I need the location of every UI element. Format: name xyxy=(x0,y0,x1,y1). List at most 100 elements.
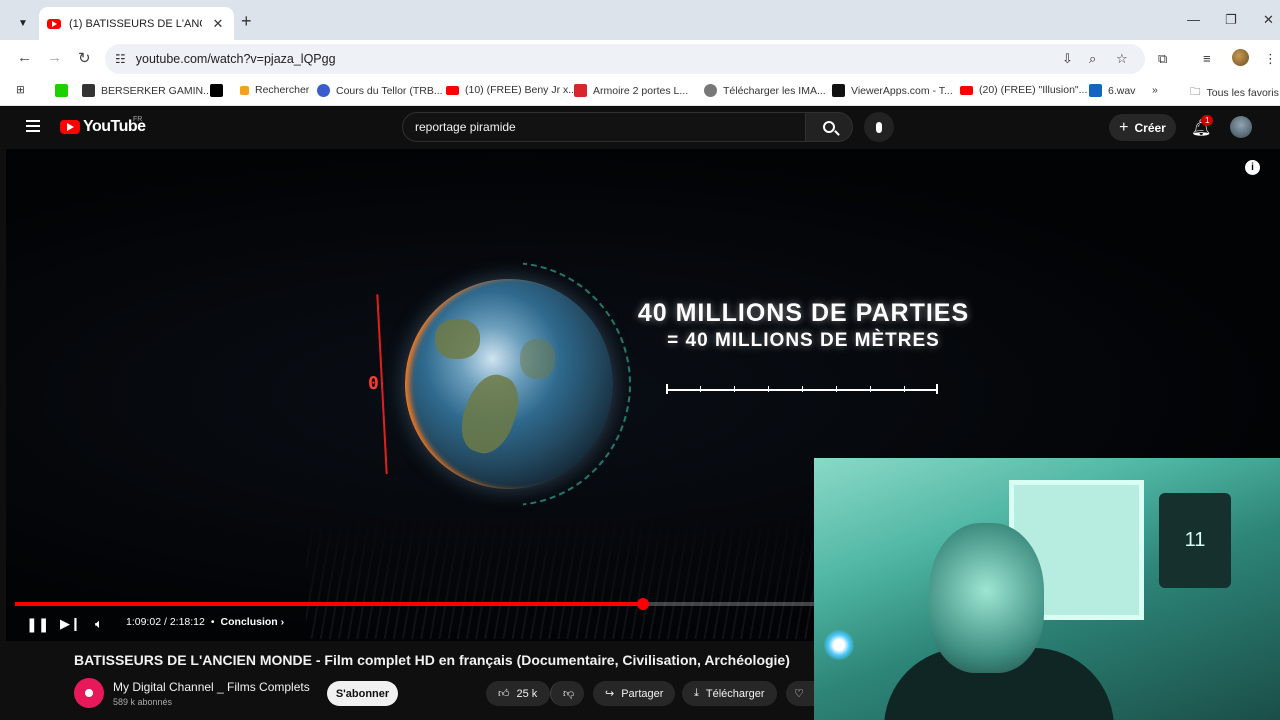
bookmark-item[interactable]: ViewerApps.com - T... xyxy=(832,84,953,97)
bookmark-favicon-icon xyxy=(240,85,249,95)
channel-avatar[interactable] xyxy=(74,678,104,708)
webcam-person-head xyxy=(929,523,1044,673)
voice-search-button[interactable] xyxy=(864,112,894,142)
maximize-icon[interactable]: ❐ xyxy=(1225,12,1237,28)
bookmark-item[interactable]: (10) (FREE) Beny Jr x... xyxy=(446,84,577,96)
more-bookmarks-chevron-icon[interactable]: » xyxy=(1152,84,1158,96)
volume-icon[interactable]: 🔈︎ xyxy=(95,616,103,632)
window-close-icon[interactable]: ✕ xyxy=(1263,12,1274,28)
browser-tabstrip: ▼ (1) BATISSEURS DE L'ANCIEN M ✕ + — ❐ ✕ xyxy=(0,0,1280,40)
search-input[interactable]: reportage piramide xyxy=(402,112,806,142)
thumbs-up-icon: 👍︎ xyxy=(498,688,510,700)
progress-scrubber[interactable] xyxy=(636,598,649,610)
video-earth-land xyxy=(435,319,480,359)
webcam-jersey: 11 xyxy=(1159,493,1231,588)
video-ruler-graphic xyxy=(666,384,938,394)
bookmark-item[interactable]: 6.wav xyxy=(1089,84,1135,97)
plus-icon: + xyxy=(1119,118,1129,136)
reload-icon[interactable]: ↻ xyxy=(78,49,91,67)
bookmark-item[interactable]: Télécharger les IMA... xyxy=(704,84,826,97)
notification-badge: 1 xyxy=(1201,115,1214,126)
new-tab-plus-icon[interactable]: + xyxy=(241,12,252,30)
forward-arrow-icon[interactable]: → xyxy=(47,49,62,66)
thanks-button[interactable]: ♡ xyxy=(786,681,816,706)
video-overlay-subtitle: = 40 MILLIONS DE MÈTRES xyxy=(667,330,940,351)
bookmark-favicon-icon xyxy=(832,84,845,97)
search-icon xyxy=(823,121,835,133)
like-button[interactable]: 👍︎ 25 k xyxy=(486,681,550,706)
bookmark-label: 6.wav xyxy=(1108,84,1136,97)
all-bookmarks-folder[interactable]: 🗀 Tous les favoris xyxy=(1190,84,1279,102)
minimize-icon[interactable]: — xyxy=(1187,12,1200,27)
chapter-label: Conclusion xyxy=(220,616,278,628)
bookmark-label: Rechercher xyxy=(255,84,310,96)
install-app-icon[interactable]: ⇩ xyxy=(1062,51,1073,67)
bookmark-favicon-icon xyxy=(55,84,68,97)
account-avatar[interactable] xyxy=(1230,116,1252,138)
apps-grid-icon[interactable]: ⊞ xyxy=(16,84,25,96)
thumbs-down-icon: 👎︎ xyxy=(563,688,575,700)
bookmark-favicon-icon xyxy=(1089,84,1102,97)
tab-search-chevron-icon[interactable]: ▼ xyxy=(10,10,36,36)
create-button[interactable]: + Créer xyxy=(1109,114,1176,141)
current-time: 1:09:02 xyxy=(126,616,162,628)
video-meridian-line xyxy=(376,293,396,475)
zoom-icon[interactable]: ⌕ xyxy=(1089,51,1096,67)
next-video-icon[interactable]: ▶❙ xyxy=(60,616,81,632)
region-code: FR xyxy=(133,116,143,123)
screen: ▼ (1) BATISSEURS DE L'ANCIEN M ✕ + — ❐ ✕… xyxy=(0,0,1280,720)
share-arrow-icon: ↪ xyxy=(605,688,615,700)
bookmark-item[interactable] xyxy=(55,84,74,97)
browser-profile-avatar[interactable] xyxy=(1232,49,1249,66)
address-bar[interactable]: ☷ youtube.com/watch?v=pjaza_lQPgg xyxy=(105,44,1145,74)
youtube-logo-icon[interactable] xyxy=(60,120,80,134)
share-button[interactable]: ↪ Partager xyxy=(593,681,676,706)
search-query-text: reportage piramide xyxy=(415,120,516,134)
bookmark-item[interactable] xyxy=(210,84,229,97)
globe-icon xyxy=(704,84,717,97)
video-earth-land xyxy=(452,367,528,461)
bookmark-item[interactable]: Cours du Tellor (TRB... xyxy=(317,84,443,97)
bookmarks-bar: ⊞ BERSERKER GAMIN... Rechercher Cours du… xyxy=(0,78,1280,106)
hamburger-menu-icon[interactable] xyxy=(26,120,40,132)
bookmark-favicon-icon xyxy=(574,84,587,97)
bookmark-label: (20) (FREE) "Illusion"... xyxy=(979,84,1088,96)
dislike-button[interactable]: 👎︎ xyxy=(550,681,584,706)
bookmark-item[interactable]: Armoire 2 portes L... xyxy=(574,84,688,97)
url-text: youtube.com/watch?v=pjaza_lQPgg xyxy=(135,52,336,66)
media-controls-icon[interactable]: ≡ xyxy=(1203,51,1211,66)
create-label: Créer xyxy=(1134,120,1166,135)
bookmark-label: Armoire 2 portes L... xyxy=(593,84,689,97)
channel-name[interactable]: My Digital Channel _ Films Complets xyxy=(113,680,310,694)
download-button[interactable]: ⤓ Télécharger xyxy=(682,681,777,706)
browser-tab-active[interactable]: (1) BATISSEURS DE L'ANCIEN M ✕ xyxy=(39,7,234,40)
bookmark-item[interactable]: Rechercher xyxy=(240,84,309,96)
subscriber-count: 589 k abonnés xyxy=(113,697,173,707)
tab-close-icon[interactable]: ✕ xyxy=(210,16,226,32)
chapter-separator: • xyxy=(210,616,215,628)
like-count: 25 k xyxy=(516,687,538,700)
subscribe-button[interactable]: S'abonner xyxy=(327,681,398,706)
bookmark-item[interactable]: (20) (FREE) "Illusion"... xyxy=(960,84,1087,96)
pause-icon[interactable]: ❚❚ xyxy=(26,616,49,633)
download-icon: ⤓ xyxy=(694,687,699,699)
info-icon[interactable]: i xyxy=(1245,160,1260,175)
search-button[interactable] xyxy=(805,112,853,142)
video-overlay-title: 40 MILLIONS DE PARTIES xyxy=(637,299,970,327)
site-settings-icon[interactable]: ☷ xyxy=(115,52,126,66)
all-bookmarks-label: Tous les favoris xyxy=(1206,87,1279,99)
browser-menu-kebab-icon[interactable]: ⋮ xyxy=(1264,51,1277,67)
webcam-overlay: 11 xyxy=(814,458,1280,720)
x-logo-icon xyxy=(210,84,223,97)
chapter-button[interactable]: Conclusion › xyxy=(221,616,285,628)
extensions-puzzle-icon[interactable]: ⧉ xyxy=(1158,51,1167,67)
bookmark-item[interactable]: BERSERKER GAMIN... xyxy=(82,84,212,97)
bookmark-label: Cours du Tellor (TRB... xyxy=(336,84,443,97)
progress-played xyxy=(15,602,643,606)
share-label: Partager xyxy=(621,687,664,700)
back-arrow-icon[interactable]: ← xyxy=(17,49,32,66)
video-meridian-label: 0 xyxy=(368,373,379,394)
youtube-header: YouTube FR reportage piramide + Créer 🔔︎ … xyxy=(6,106,1280,149)
bookmark-star-icon[interactable]: ☆ xyxy=(1116,51,1128,67)
webcam-blue-light xyxy=(824,630,854,660)
